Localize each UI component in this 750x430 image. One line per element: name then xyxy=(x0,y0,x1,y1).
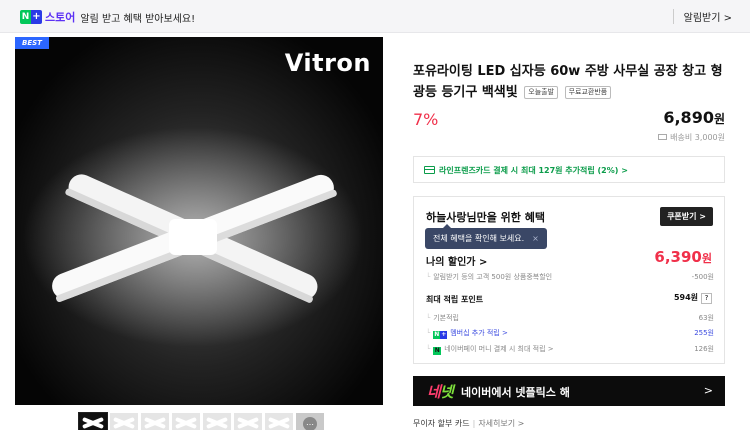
plus-icon: + xyxy=(31,10,42,24)
brand-logo: Vitron xyxy=(284,49,371,77)
naverpay-points-value: 126원 xyxy=(694,345,714,353)
thumbnail-6[interactable] xyxy=(234,413,262,430)
banner-message: 알림 받고 혜택 받아보세요! xyxy=(80,13,196,25)
basic-points-row: └ 기본적립 63원 xyxy=(426,314,714,322)
thumbnail-1[interactable] xyxy=(78,412,108,430)
my-discount-price-value: 6,390 xyxy=(654,248,702,266)
coupon-download-button[interactable]: 쿠폰받기 > xyxy=(660,207,713,226)
my-discount-unit: 원 xyxy=(701,252,712,265)
membership-points-row[interactable]: └ N + 멤버십 추가 적립 > 255원 xyxy=(426,328,714,339)
thumbnail-4[interactable] xyxy=(172,413,200,430)
alarm-subscribe-button[interactable]: 알림받기 > xyxy=(672,9,732,24)
installment-detail-link[interactable]: 자세히보기 > xyxy=(478,419,524,428)
n-letter: N xyxy=(20,10,31,24)
thumbnail-strip: … xyxy=(78,412,327,430)
best-badge: BEST xyxy=(15,37,49,49)
naver-plus-mini-icon: N + xyxy=(433,331,448,339)
close-icon[interactable]: × xyxy=(532,234,539,243)
product-main-image[interactable]: BEST Vitron xyxy=(15,37,383,405)
shipping-fee: 배송비 3,000원 xyxy=(658,132,725,143)
installment-label: 무이자 할부 카드 xyxy=(413,419,470,428)
product-title: 포유라이팅 LED 십자등 60w 주방 사무실 공장 창고 형광등 등기구 백… xyxy=(413,61,725,103)
tag-today-ship: 오늘출발 xyxy=(524,86,559,99)
sale-price: 6,890원 xyxy=(663,108,725,127)
chevron-right-icon: > xyxy=(703,384,713,397)
shipping-text: 배송비 3,000원 xyxy=(670,133,725,142)
installment-info: 무이자 할부 카드 | 자세히보기 > xyxy=(413,419,525,428)
card-benefit-text: 라인프렌즈카드 결제 시 최대 127원 추가적립 (2%) > xyxy=(439,166,628,175)
thumbnail-5[interactable] xyxy=(203,413,231,430)
membership-points-value: 255원 xyxy=(694,329,714,337)
naverpay-points-label[interactable]: 네이버페이 머니 결제 시 최대 적립 > xyxy=(444,345,553,353)
thumbnail-more[interactable]: … xyxy=(296,413,324,430)
naverpay-icon: N xyxy=(433,347,442,355)
store-notification-banner: N + 스토어 알림 받고 혜택 받아보세요! 알림받기 > xyxy=(0,0,750,33)
tag-free-return: 무료교환반품 xyxy=(564,86,612,99)
discount-detail-label: 알림받기 등의 고객 500원 상품중복할인 xyxy=(433,273,553,281)
netflix-promo-banner[interactable]: 네넷 네이버에서 넷플릭스 해 > xyxy=(413,376,725,406)
basic-points-value: 63원 xyxy=(698,314,714,322)
benefit-title: 하늘사랑님만을 위한 혜택 xyxy=(426,211,545,224)
thumbnail-7[interactable] xyxy=(265,413,293,430)
discount-detail-value: -500원 xyxy=(691,273,714,281)
discount-rate: 7% xyxy=(413,110,439,129)
cross-light-illustration xyxy=(23,127,363,347)
points-value: 594원? xyxy=(674,292,712,304)
credit-card-icon xyxy=(424,166,435,174)
price-unit: 원 xyxy=(713,112,725,126)
membership-points-label[interactable]: 멤버십 추가 적립 > xyxy=(450,329,508,337)
discount-detail-row: └ 알림받기 등의 고객 500원 상품중복할인 -500원 xyxy=(426,273,714,281)
basic-points-label: 기본적립 xyxy=(433,314,459,322)
more-dots-icon: … xyxy=(303,417,317,430)
thumbnail-2[interactable] xyxy=(110,413,138,430)
member-benefit-box: 하늘사랑님만을 위한 혜택 쿠폰받기 > 전체 혜택을 확인해 보세요. × 나의… xyxy=(413,196,725,364)
thumbnail-3[interactable] xyxy=(141,413,169,430)
points-value-text: 594원 xyxy=(673,293,698,302)
card-benefit-link[interactable]: 라인프렌즈카드 결제 시 최대 127원 추가적립 (2%) > xyxy=(413,156,725,183)
my-discount-price: 6,390원 xyxy=(654,248,712,266)
tooltip-text: 전체 혜택을 확인해 보세요. xyxy=(433,234,525,243)
promo-logo: 네넷 xyxy=(427,383,454,401)
benefit-tooltip: 전체 혜택을 확인해 보세요. × xyxy=(425,224,547,249)
store-name: 스토어 xyxy=(45,11,76,24)
promo-text: 네이버에서 넷플릭스 해 xyxy=(461,386,570,399)
sale-price-value: 6,890 xyxy=(663,108,714,127)
points-label: 최대 적립 포인트 xyxy=(426,295,484,304)
naverpay-points-row[interactable]: └ N 네이버페이 머니 결제 시 최대 적립 > 126원 xyxy=(426,344,714,355)
store-brand[interactable]: N + 스토어 알림 받고 혜택 받아보세요! xyxy=(20,9,195,25)
truck-icon xyxy=(658,134,668,140)
my-discount-link[interactable]: 나의 할인가 > xyxy=(426,253,487,268)
help-icon[interactable]: ? xyxy=(701,293,712,304)
naver-plus-badge: N + xyxy=(20,10,42,24)
